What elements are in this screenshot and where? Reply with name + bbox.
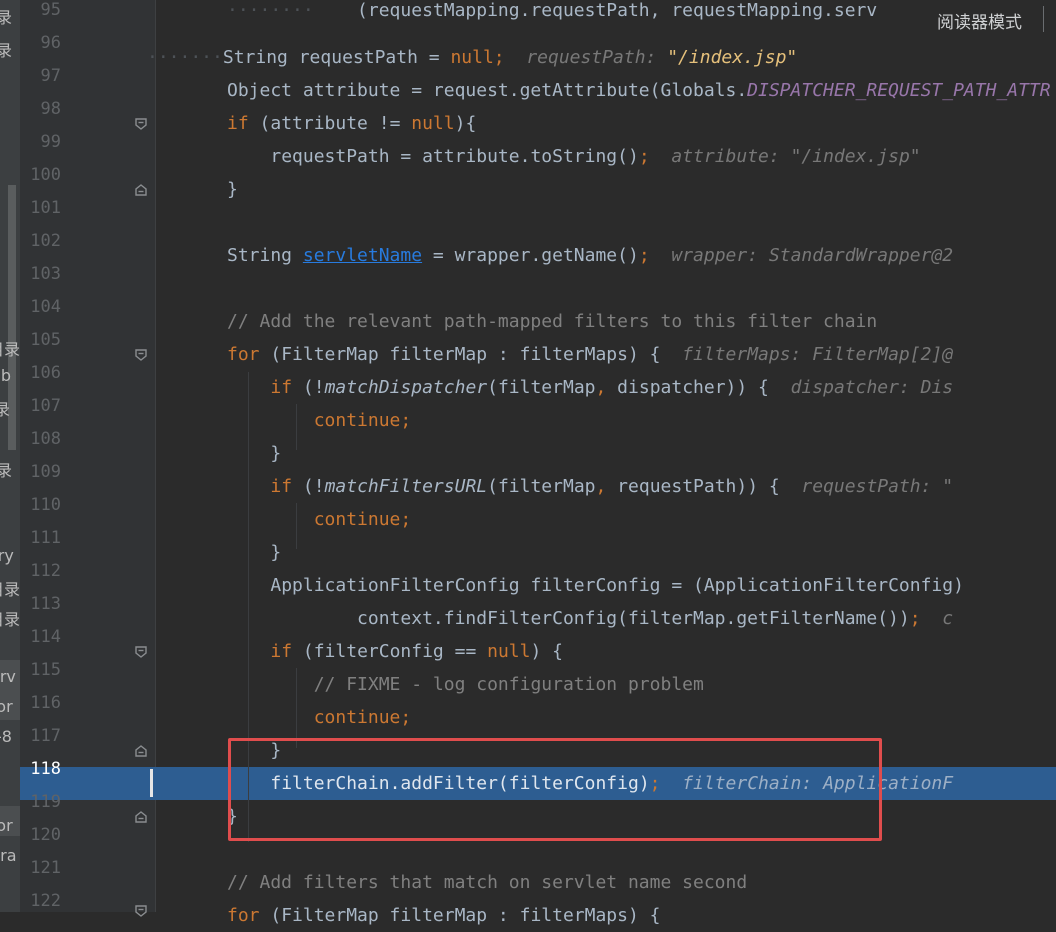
line-number[interactable]: 113 bbox=[20, 588, 61, 621]
code-line-109[interactable]: if (!matchFiltersURL(filterMap, requestP… bbox=[227, 470, 953, 503]
line-number[interactable]: 116 bbox=[20, 687, 61, 720]
code-line-100[interactable]: } bbox=[227, 173, 238, 206]
line-number[interactable]: 106 bbox=[20, 357, 61, 390]
code-line-112[interactable]: ApplicationFilterConfig filterConfig = (… bbox=[227, 569, 964, 602]
line-number[interactable]: 108 bbox=[20, 423, 61, 456]
project-tree-item[interactable]: 录 bbox=[0, 37, 12, 61]
reader-mode-button[interactable]: 阅读器模式 bbox=[937, 8, 1022, 33]
line-number[interactable]: 111 bbox=[20, 522, 61, 555]
code-line-97[interactable]: Object attribute = request.getAttribute(… bbox=[227, 74, 1051, 107]
line-number[interactable]: 109 bbox=[20, 456, 61, 489]
line-number[interactable]: 118 bbox=[20, 753, 61, 786]
project-tree-item[interactable]: ory bbox=[0, 546, 14, 565]
code-line-116[interactable]: continue; bbox=[227, 701, 412, 734]
line-number[interactable]: 97 bbox=[20, 60, 61, 93]
code-line-105[interactable]: for (FilterMap filterMap : filterMaps) {… bbox=[227, 338, 953, 371]
fold-open-icon[interactable] bbox=[134, 904, 148, 918]
line-number[interactable]: 95 bbox=[20, 0, 61, 27]
line-number[interactable]: 96 bbox=[20, 27, 61, 60]
project-tree-item[interactable]: 录 bbox=[0, 4, 12, 28]
line-number[interactable]: 99 bbox=[20, 126, 61, 159]
project-tree-item[interactable]: -8 bbox=[0, 727, 12, 746]
fold-open-icon[interactable] bbox=[134, 117, 148, 131]
project-tree-item[interactable]: erv bbox=[0, 667, 16, 686]
line-number[interactable]: 112 bbox=[20, 555, 61, 588]
project-tree-item[interactable]: 录 bbox=[0, 396, 10, 420]
code-line-114[interactable]: if (filterConfig == null) { bbox=[227, 635, 563, 668]
project-tree-item[interactable]: 目录 bbox=[0, 606, 20, 630]
code-line-108[interactable]: } bbox=[227, 437, 281, 470]
code-line-107[interactable]: continue; bbox=[227, 404, 412, 437]
code-line-98[interactable]: if (attribute != null){ bbox=[227, 107, 476, 140]
toolbar-separator bbox=[1043, 6, 1044, 32]
line-number[interactable]: 110 bbox=[20, 489, 61, 522]
line-number[interactable]: 107 bbox=[20, 390, 61, 423]
line-number[interactable]: 114 bbox=[20, 621, 61, 654]
line-number[interactable]: 105 bbox=[20, 324, 61, 357]
code-line-110[interactable]: continue; bbox=[227, 503, 412, 536]
line-number[interactable]: 103 bbox=[20, 258, 61, 291]
code-line-111[interactable]: } bbox=[227, 536, 281, 569]
line-number[interactable]: 98 bbox=[20, 93, 61, 126]
code-line-121[interactable]: // Add filters that match on servlet nam… bbox=[227, 866, 747, 899]
annotation-highlight-box bbox=[228, 738, 882, 841]
fold-open-icon[interactable] bbox=[134, 348, 148, 362]
line-number[interactable]: 119 bbox=[20, 786, 61, 819]
project-tree-item[interactable]: 录 bbox=[0, 457, 12, 481]
line-number[interactable]: 120 bbox=[20, 819, 61, 852]
debug-execution-marker bbox=[150, 769, 153, 797]
line-number[interactable]: 122 bbox=[20, 885, 61, 918]
line-number[interactable]: 101 bbox=[20, 192, 61, 225]
code-line-113[interactable]: context.findFilterConfig(filterMap.getFi… bbox=[227, 602, 953, 635]
project-tree-item[interactable]: tor bbox=[0, 816, 13, 835]
project-tree-item[interactable]: 目录 bbox=[0, 336, 20, 360]
project-panel[interactable]: 录 录 目录 lib 录 录 ory 目录 目录 erv tor -8 tor … bbox=[0, 0, 20, 912]
code-line-122[interactable]: for (FilterMap filterMap : filterMaps) { bbox=[227, 899, 660, 932]
project-tree-item[interactable]: 目录 bbox=[0, 576, 20, 600]
line-number[interactable]: 117 bbox=[20, 720, 61, 753]
code-line-102[interactable]: String servletName = wrapper.getName(); … bbox=[227, 239, 953, 272]
code-line-99[interactable]: requestPath = attribute.toString(); attr… bbox=[227, 140, 920, 173]
line-number[interactable]: 104 bbox=[20, 291, 61, 324]
code-line-96[interactable]: ·······String requestPath = null; reques… bbox=[147, 41, 797, 74]
line-number[interactable]: 121 bbox=[20, 852, 61, 885]
code-line-115[interactable]: // FIXME - log configuration problem bbox=[227, 668, 704, 701]
code-line-95[interactable]: ········ (requestMapping.requestPath, re… bbox=[227, 0, 877, 27]
project-tree-item[interactable]: lib bbox=[0, 366, 11, 385]
line-number[interactable]: 100 bbox=[20, 159, 61, 192]
fold-close-icon[interactable] bbox=[134, 183, 148, 197]
project-tree-item[interactable]: bra bbox=[0, 846, 17, 865]
project-tree-item[interactable]: tor bbox=[0, 697, 13, 716]
fold-open-icon[interactable] bbox=[134, 645, 148, 659]
fold-close-icon[interactable] bbox=[134, 744, 148, 758]
line-number[interactable]: 102 bbox=[20, 225, 61, 258]
fold-close-icon[interactable] bbox=[134, 810, 148, 824]
code-line-104[interactable]: // Add the relevant path-mapped filters … bbox=[227, 305, 877, 338]
line-number[interactable]: 115 bbox=[20, 654, 61, 687]
code-line-106[interactable]: if (!matchDispatcher(filterMap, dispatch… bbox=[227, 371, 953, 404]
